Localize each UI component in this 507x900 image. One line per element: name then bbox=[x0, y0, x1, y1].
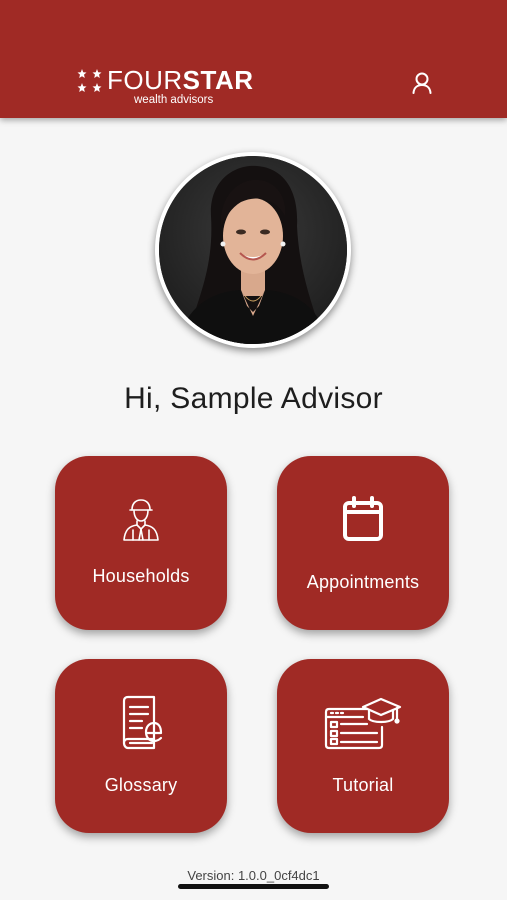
profile-button[interactable] bbox=[409, 70, 435, 96]
home-indicator[interactable] bbox=[178, 884, 329, 889]
stars-icon bbox=[77, 69, 102, 92]
advisor-person-icon bbox=[55, 498, 227, 542]
glossary-tile[interactable]: Glossary bbox=[55, 659, 227, 833]
appointments-label: Appointments bbox=[306, 572, 420, 592]
appointments-tile[interactable]: Appointments bbox=[277, 456, 449, 630]
households-tile[interactable]: Households bbox=[55, 456, 227, 630]
tutorial-tile[interactable]: Tutorial bbox=[277, 659, 449, 833]
version-text: Version: 1.0.0_0cf4dc1 bbox=[187, 868, 320, 883]
calendar-icon bbox=[277, 496, 449, 542]
greeting-text: Hi, Sample Advisor bbox=[124, 382, 383, 415]
four-star-logo: FOURSTAR wealth advisors bbox=[76, 66, 253, 108]
user-icon bbox=[412, 72, 432, 94]
households-label: Households bbox=[92, 566, 190, 586]
brand-name-light: FOUR bbox=[107, 65, 183, 95]
glossary-book-icon bbox=[55, 695, 227, 751]
advisor-avatar bbox=[155, 152, 351, 348]
brand-name-bold: STAR bbox=[182, 65, 254, 95]
brand-tagline: wealth advisors bbox=[134, 94, 214, 106]
app-screen: FOURSTAR wealth advisors Hi, Sample Advi… bbox=[0, 0, 507, 900]
tutorial-graduation-icon bbox=[277, 695, 449, 751]
advisor-portrait-image bbox=[159, 156, 347, 344]
app-header: FOURSTAR wealth advisors bbox=[0, 0, 507, 118]
glossary-label: Glossary bbox=[104, 775, 178, 795]
tutorial-label: Tutorial bbox=[332, 775, 394, 795]
brand-name: FOURSTAR bbox=[107, 66, 254, 94]
